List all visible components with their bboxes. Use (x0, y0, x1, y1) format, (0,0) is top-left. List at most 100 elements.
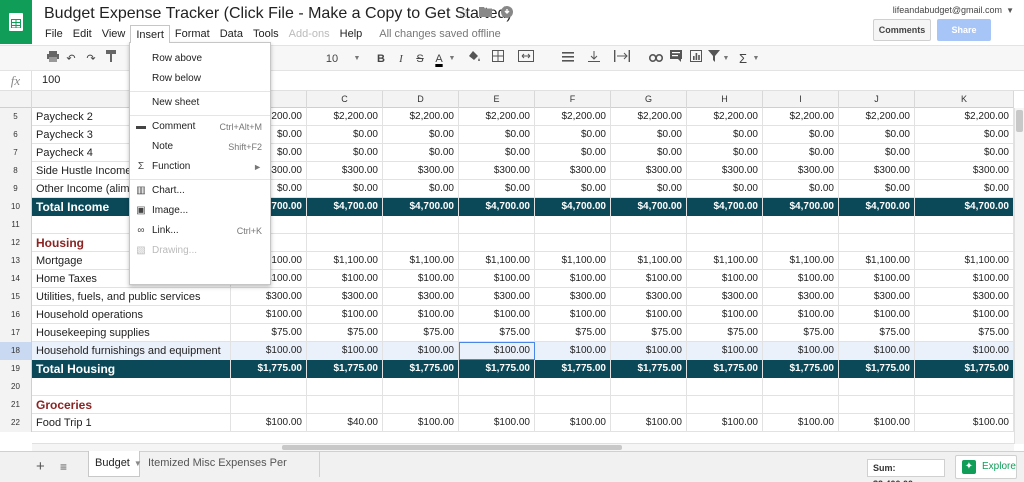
sheet-tab-itemized[interactable]: Itemized Misc Expenses Per Month▼ (142, 451, 320, 482)
value-cell[interactable]: $100.00 (687, 270, 763, 288)
column-header-d[interactable]: D (383, 91, 459, 108)
value-cell[interactable]: $0.00 (687, 126, 763, 144)
value-cell[interactable] (459, 216, 535, 234)
value-cell[interactable]: $4,700.00 (763, 198, 839, 216)
value-cell[interactable]: $1,775.00 (915, 360, 1014, 378)
insert-chart-icon[interactable] (688, 50, 704, 68)
insert-menu-item-link[interactable]: ∞ Link... Ctrl+K (130, 222, 270, 240)
value-cell[interactable]: $75.00 (535, 324, 611, 342)
value-cell[interactable] (763, 234, 839, 252)
value-cell[interactable] (611, 378, 687, 396)
value-cell[interactable]: $300.00 (307, 288, 383, 306)
value-cell[interactable]: $300.00 (763, 162, 839, 180)
value-cell[interactable]: $300.00 (459, 162, 535, 180)
value-cell[interactable]: $0.00 (611, 180, 687, 198)
value-cell[interactable]: $0.00 (459, 180, 535, 198)
share-button[interactable]: Share (937, 19, 991, 41)
value-cell[interactable]: $1,100.00 (535, 252, 611, 270)
insert-menu-item-row-above[interactable]: Row above (130, 50, 270, 68)
sheet-tab-budget[interactable]: Budget ▼ (88, 451, 142, 477)
vertical-align-icon[interactable] (586, 50, 602, 68)
value-cell[interactable]: $100.00 (611, 270, 687, 288)
row-header[interactable]: 11 (0, 216, 32, 234)
fill-color-icon[interactable] (466, 50, 482, 68)
insert-menu-item-row-below[interactable]: Row below (130, 70, 270, 88)
insert-menu-item-drawing[interactable]: ▧ Drawing... (130, 242, 270, 260)
value-cell[interactable]: $0.00 (839, 144, 915, 162)
value-cell[interactable]: $0.00 (535, 180, 611, 198)
value-cell[interactable]: $0.00 (611, 126, 687, 144)
value-cell[interactable] (459, 378, 535, 396)
column-header-e[interactable]: E (459, 91, 535, 108)
row-header[interactable]: 10 (0, 198, 32, 216)
column-header-f[interactable]: F (535, 91, 611, 108)
value-cell[interactable]: $0.00 (535, 126, 611, 144)
value-cell[interactable] (915, 378, 1014, 396)
value-cell[interactable]: $300.00 (763, 288, 839, 306)
value-cell[interactable]: $2,200.00 (687, 108, 763, 126)
value-cell[interactable] (611, 234, 687, 252)
value-cell[interactable]: $0.00 (915, 144, 1014, 162)
value-cell[interactable]: $300.00 (611, 162, 687, 180)
value-cell[interactable]: $100.00 (839, 270, 915, 288)
column-header-c[interactable]: C (307, 91, 383, 108)
select-all-corner[interactable] (0, 91, 32, 108)
insert-menu-item-new-sheet[interactable]: New sheet (130, 94, 270, 112)
text-color-button[interactable]: A (432, 50, 446, 68)
value-cell[interactable] (383, 234, 459, 252)
value-cell[interactable] (839, 396, 915, 414)
row-header[interactable]: 8 (0, 162, 32, 180)
value-cell[interactable]: $4,700.00 (611, 198, 687, 216)
value-cell[interactable]: $0.00 (915, 126, 1014, 144)
functions-caret-icon[interactable]: ▼ (752, 50, 760, 68)
value-cell[interactable] (459, 234, 535, 252)
value-cell[interactable]: $300.00 (839, 162, 915, 180)
merge-cells-icon[interactable] (516, 50, 536, 68)
value-cell[interactable]: $300.00 (611, 288, 687, 306)
value-cell[interactable] (535, 234, 611, 252)
value-cell[interactable]: $75.00 (839, 324, 915, 342)
menu-tools[interactable]: Tools (248, 25, 284, 43)
column-header-j[interactable]: J (839, 91, 915, 108)
value-cell[interactable]: $75.00 (307, 324, 383, 342)
value-cell[interactable]: $100.00 (535, 342, 611, 360)
column-header-g[interactable]: G (611, 91, 687, 108)
menu-addons[interactable]: Add-ons (284, 25, 335, 43)
value-cell[interactable]: $2,200.00 (611, 108, 687, 126)
value-cell[interactable]: $100.00 (839, 414, 915, 432)
value-cell[interactable]: $1,775.00 (839, 360, 915, 378)
redo-icon[interactable]: ↷ (84, 50, 98, 68)
category-cell[interactable]: Total Housing (32, 360, 231, 378)
value-cell[interactable] (915, 396, 1014, 414)
filter-icon[interactable] (706, 50, 722, 68)
text-wrap-icon[interactable] (612, 50, 632, 68)
value-cell[interactable]: $4,700.00 (459, 198, 535, 216)
value-cell[interactable]: $1,775.00 (535, 360, 611, 378)
row-header[interactable]: 9 (0, 180, 32, 198)
row-header[interactable]: 15 (0, 288, 32, 306)
value-cell[interactable] (535, 396, 611, 414)
category-cell[interactable] (32, 378, 231, 396)
vertical-scrollbar[interactable] (1014, 108, 1024, 444)
menu-file[interactable]: File (40, 25, 68, 43)
insert-menu-item-comment[interactable]: ▬ Comment Ctrl+Alt+M (130, 118, 270, 136)
value-cell[interactable] (763, 396, 839, 414)
value-cell[interactable]: $75.00 (459, 324, 535, 342)
category-cell[interactable]: Groceries (32, 396, 231, 414)
value-cell[interactable]: $1,100.00 (307, 252, 383, 270)
value-cell[interactable]: $0.00 (459, 144, 535, 162)
value-cell[interactable] (307, 234, 383, 252)
value-cell[interactable]: $0.00 (383, 126, 459, 144)
value-cell[interactable]: $100.00 (915, 414, 1014, 432)
row-header[interactable]: 16 (0, 306, 32, 324)
bold-button[interactable]: B (374, 50, 388, 68)
value-cell[interactable] (687, 234, 763, 252)
value-cell[interactable]: $0.00 (687, 144, 763, 162)
font-size-caret-icon[interactable]: ▼ (352, 50, 362, 68)
menu-data[interactable]: Data (215, 25, 248, 43)
value-cell[interactable]: $1,775.00 (231, 360, 307, 378)
align-icon[interactable] (560, 50, 576, 68)
value-cell[interactable]: $1,100.00 (611, 252, 687, 270)
formula-input[interactable]: 100 (42, 74, 60, 86)
row-header[interactable]: 12 (0, 234, 32, 252)
